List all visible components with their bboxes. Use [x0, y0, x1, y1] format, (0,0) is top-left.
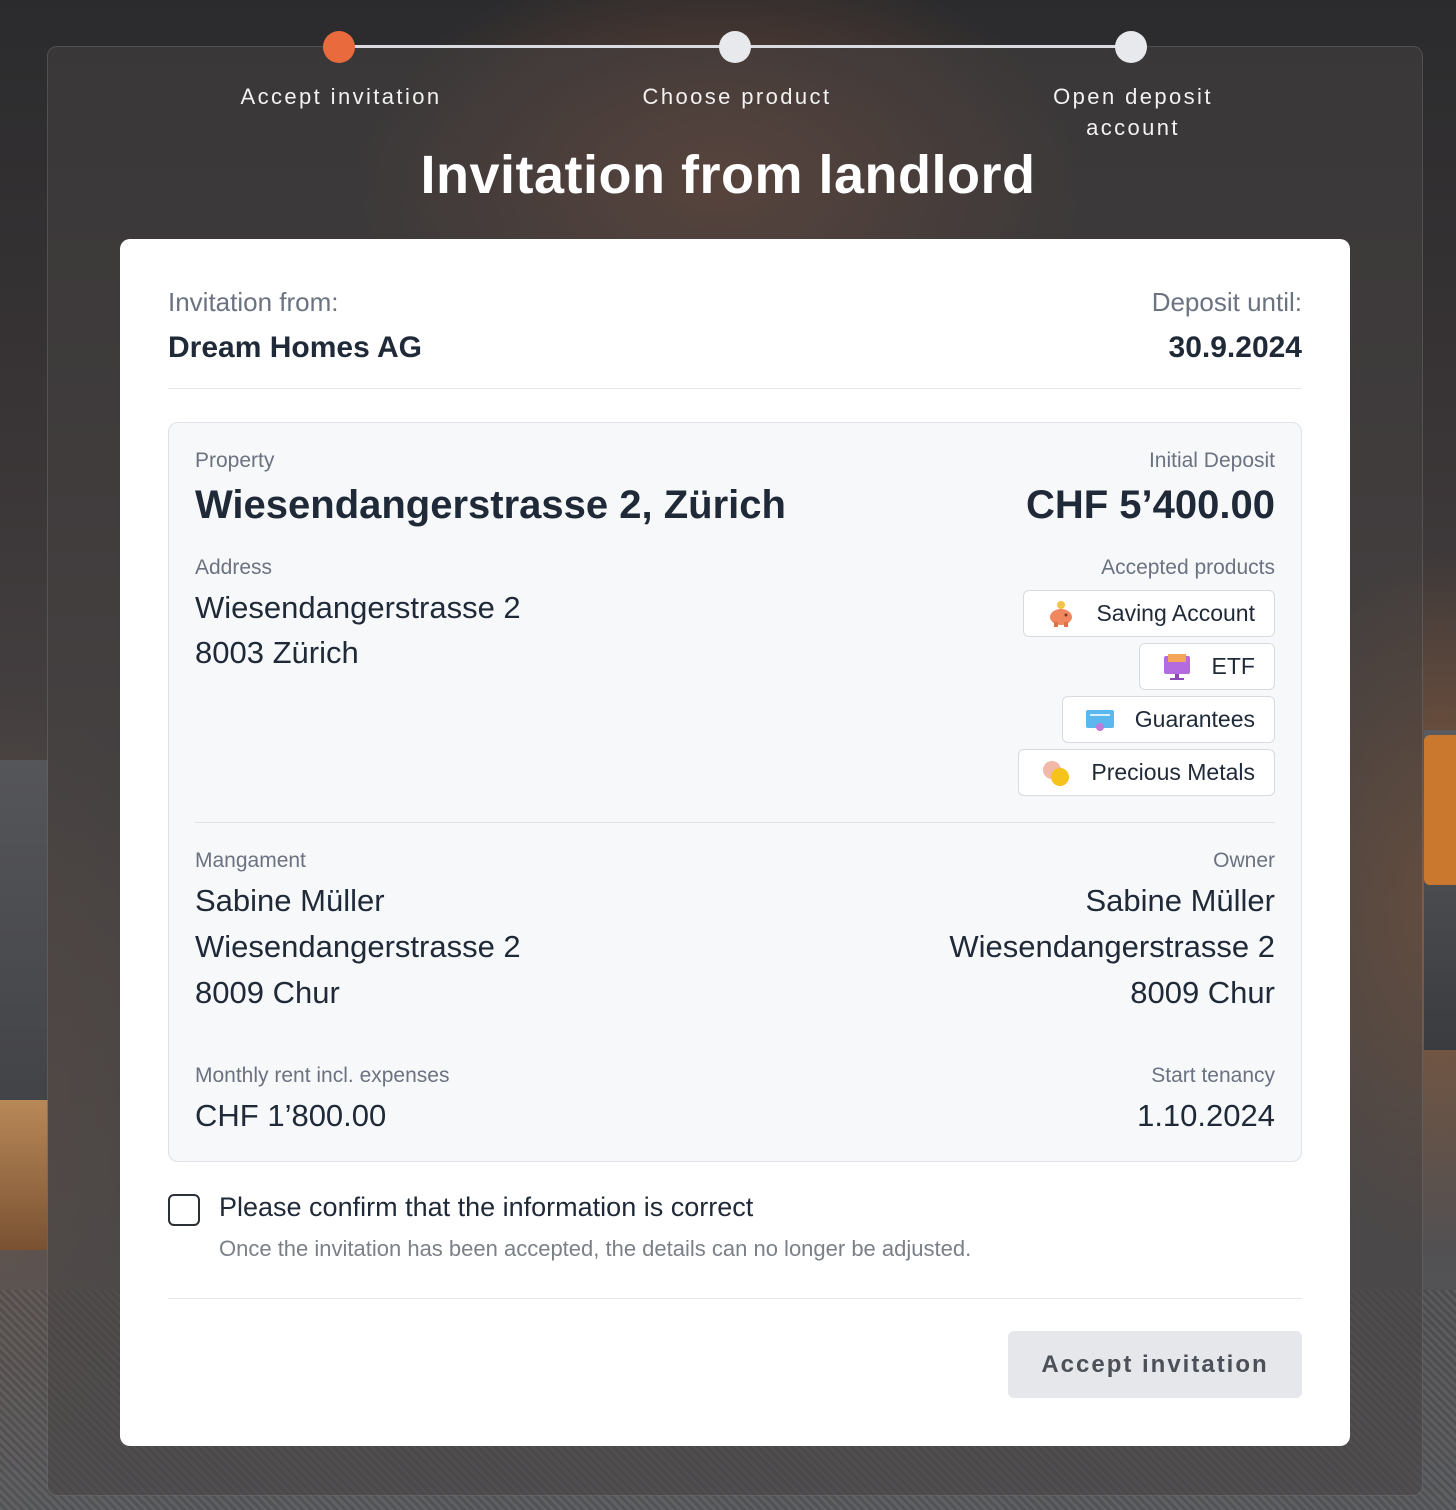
step-dot-choose-product [719, 31, 751, 63]
step-connector [354, 45, 720, 48]
monthly-rent-label: Monthly rent incl. expenses [195, 1064, 450, 1087]
confirm-label[interactable]: Please confirm that the information is c… [219, 1192, 753, 1223]
product-chip-etf: ETF [1138, 643, 1275, 690]
owner-name: Sabine Müller [1085, 883, 1275, 918]
invitation-card: Invitation from: Dream Homes AG Deposit … [120, 239, 1350, 1446]
product-chip-precious-metals: Precious Metals [1018, 749, 1275, 796]
step-label-choose-product: Choose product [642, 84, 832, 109]
confirm-checkbox[interactable] [168, 1194, 200, 1226]
monthly-rent-value: CHF 1’800.00 [195, 1098, 387, 1133]
deposit-until-value: 30.9.2024 [1168, 331, 1302, 364]
progress-stepper: Accept invitation Choose product Open de… [0, 0, 1456, 150]
accepted-products-label: Accepted products [1101, 556, 1275, 579]
divider [195, 822, 1275, 823]
divider [168, 1298, 1302, 1299]
owner-street: Wiesendangerstrasse 2 [949, 929, 1275, 964]
management-street: Wiesendangerstrasse 2 [195, 929, 521, 964]
owner-label: Owner [1213, 849, 1275, 872]
initial-deposit-value: CHF 5’400.00 [1025, 483, 1275, 527]
start-tenancy-value: 1.10.2024 [1137, 1098, 1275, 1133]
page-title: Invitation from landlord [420, 145, 1036, 205]
product-chip-guarantees: Guarantees [1061, 696, 1275, 743]
product-chip-saving-account: Saving Account [1023, 590, 1275, 637]
address-line-2: 8003 Zürich [195, 635, 359, 670]
property-details-panel: Property Wiesendangerstrasse 2, Zürich I… [168, 422, 1302, 1162]
step-label-open-deposit-account: Open deposit account [1053, 84, 1213, 140]
piggy-bank-icon [1046, 599, 1076, 629]
deposit-until-label: Deposit until: [1151, 287, 1302, 317]
management-label: Mangament [195, 849, 306, 872]
certificate-icon [1085, 705, 1115, 735]
invitation-from-label: Invitation from: [168, 287, 339, 317]
property-label: Property [195, 449, 275, 472]
background-cushion [1424, 735, 1456, 885]
monitor-chart-icon [1162, 652, 1192, 682]
accept-invitation-button[interactable]: Accept invitation [1008, 1331, 1302, 1398]
management-name: Sabine Müller [195, 883, 385, 918]
initial-deposit-label: Initial Deposit [1148, 449, 1275, 472]
product-chip-label: Precious Metals [1091, 759, 1255, 785]
step-dot-open-deposit-account [1115, 31, 1147, 63]
address-label: Address [195, 556, 273, 579]
divider [168, 388, 1302, 389]
invitation-from-value: Dream Homes AG [168, 331, 422, 364]
confirm-note: Once the invitation has been accepted, t… [219, 1236, 972, 1261]
property-name: Wiesendangerstrasse 2, Zürich [195, 483, 786, 527]
step-label-accept-invitation: Accept invitation [240, 84, 442, 109]
background-side-table [0, 1100, 48, 1250]
coins-icon [1041, 758, 1071, 788]
product-chip-label: Guarantees [1134, 706, 1255, 732]
start-tenancy-label: Start tenancy [1151, 1064, 1275, 1087]
address-line-1: Wiesendangerstrasse 2 [195, 590, 521, 625]
step-connector [750, 45, 1116, 48]
product-chip-label: Saving Account [1096, 600, 1255, 626]
management-city: 8009 Chur [195, 975, 340, 1010]
owner-city: 8009 Chur [1130, 975, 1275, 1010]
step-dot-accept-invitation [323, 31, 355, 63]
product-chip-label: ETF [1211, 653, 1255, 679]
